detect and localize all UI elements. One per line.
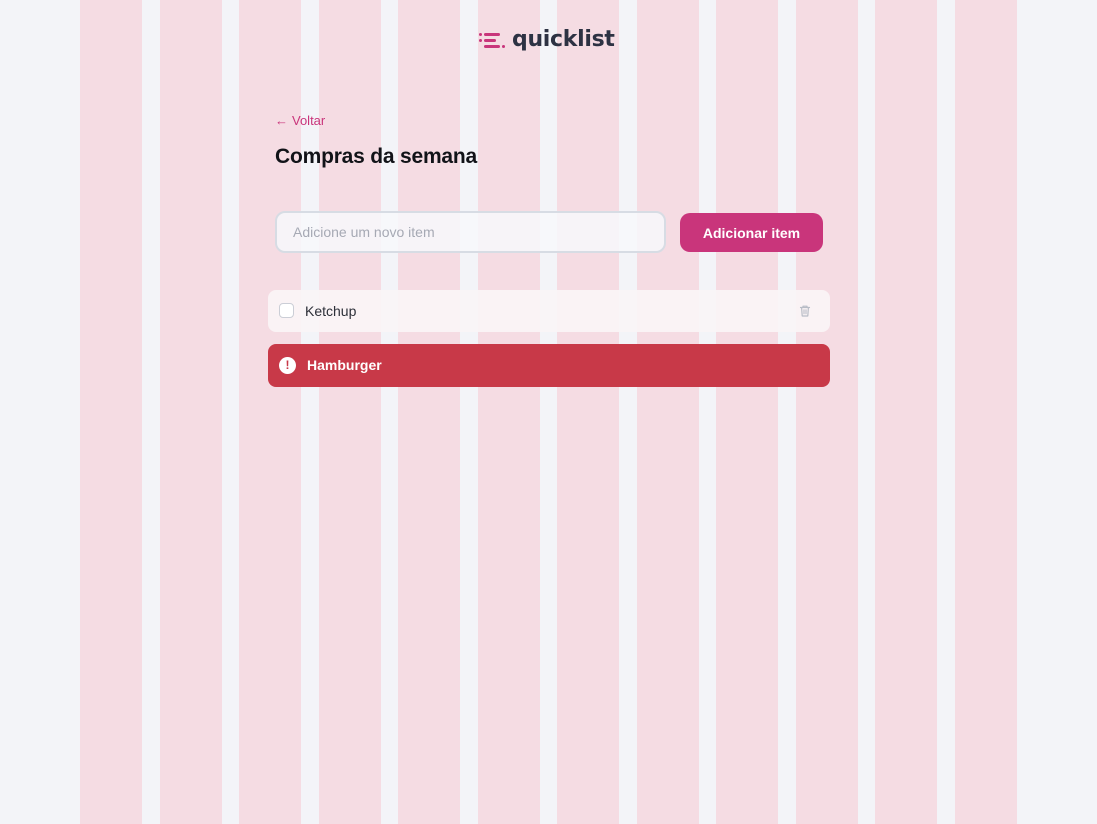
grid-column	[954, 0, 1017, 824]
list-lines-icon	[478, 27, 506, 53]
add-item-button[interactable]: Adicionar item	[680, 213, 823, 252]
grid-column	[636, 0, 699, 824]
grid-column	[159, 0, 222, 824]
grid-column	[398, 0, 460, 824]
grid-column	[875, 0, 937, 824]
item-label: Ketchup	[305, 303, 357, 319]
page-title: Compras da semana	[275, 145, 478, 168]
back-link-label: Voltar	[292, 113, 326, 128]
trash-icon[interactable]	[798, 304, 812, 318]
grid-column	[795, 0, 858, 824]
new-item-input[interactable]	[275, 211, 666, 253]
list-item: Ketchup	[268, 290, 830, 332]
grid-column	[477, 0, 540, 824]
app-name: quicklist	[512, 27, 615, 52]
shopping-list: Ketchup ! Hamburger	[268, 290, 830, 387]
add-item-form: Adicionar item	[275, 211, 823, 253]
grid-column	[80, 0, 142, 824]
grid-column	[716, 0, 778, 824]
error-alert: ! Hamburger	[268, 344, 830, 387]
app-logo[interactable]: quicklist	[478, 26, 615, 54]
layout-grid-overlay	[80, 0, 1017, 824]
grid-column	[557, 0, 619, 824]
back-link[interactable]: ← Voltar	[275, 113, 325, 129]
alert-message: Hamburger	[307, 357, 382, 373]
exclamation-icon: !	[279, 357, 296, 374]
item-checkbox[interactable]	[279, 303, 294, 318]
grid-column	[318, 0, 381, 824]
arrow-left-icon: ←	[275, 113, 288, 128]
